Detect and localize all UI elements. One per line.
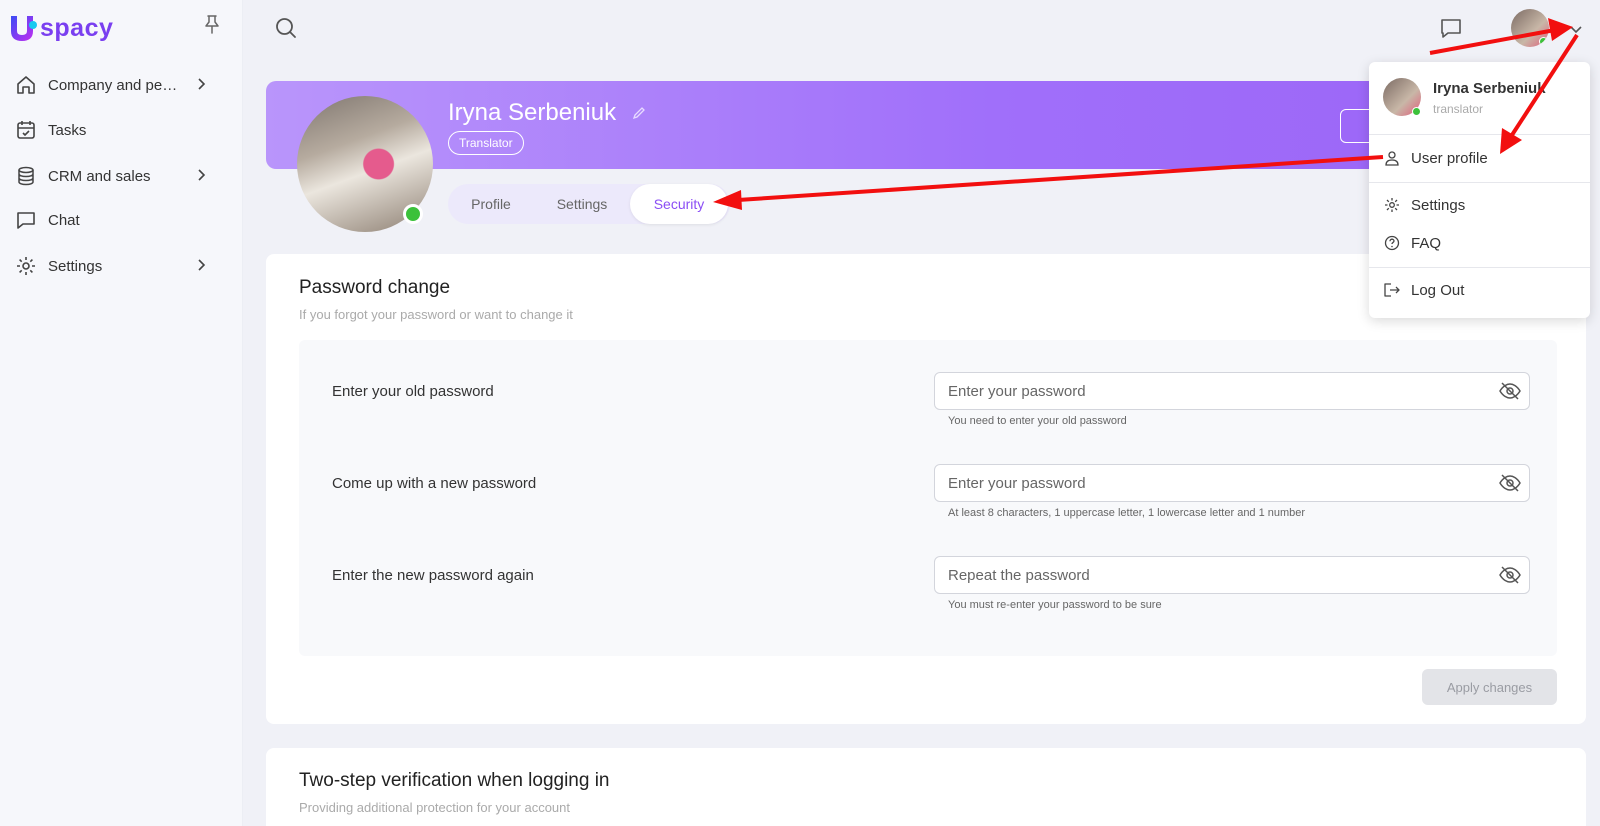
tab-security[interactable]: Security <box>630 184 728 224</box>
sidebar-item-chat[interactable]: Chat <box>14 204 214 236</box>
password-form: Enter your old password You need to ente… <box>299 340 1557 656</box>
new-password-input[interactable] <box>934 464 1530 502</box>
card-subtitle: If you forgot your password or want to c… <box>299 307 573 322</box>
divider <box>1369 182 1590 183</box>
chevron-right-icon <box>196 77 206 95</box>
avatar <box>1383 78 1421 116</box>
card-title: Password change <box>299 277 451 298</box>
new-password-hint: At least 8 characters, 1 uppercase lette… <box>948 507 1306 519</box>
eye-off-icon[interactable] <box>1498 379 1522 403</box>
menu-item-label: User profile <box>1411 149 1488 167</box>
top-bar <box>243 0 1600 57</box>
search-icon[interactable] <box>274 16 298 45</box>
divider <box>1369 267 1590 268</box>
profile-name: Iryna Serbeniuk <box>448 99 617 126</box>
online-status-dot <box>403 204 423 224</box>
menu-item-faq[interactable]: FAQ <box>1383 231 1441 255</box>
eye-off-icon[interactable] <box>1498 471 1522 495</box>
profile-tabs: Profile Settings Security <box>448 184 730 224</box>
logout-icon <box>1383 281 1401 299</box>
app-logo[interactable]: spacy <box>8 10 113 46</box>
menu-item-logout[interactable]: Log Out <box>1383 278 1464 302</box>
sidebar-item-label: Settings <box>48 257 103 275</box>
sidebar: spacy Company and pe… Tasks CRM and sale… <box>0 0 243 826</box>
repeat-password-hint: You must re-enter your password to be su… <box>948 599 1162 611</box>
eye-off-icon[interactable] <box>1498 563 1522 587</box>
sidebar-item-crm[interactable]: CRM and sales <box>14 160 214 192</box>
sidebar-item-company[interactable]: Company and pe… <box>14 69 214 101</box>
repeat-password-label: Enter the new password again <box>332 567 534 584</box>
repeat-password-input[interactable] <box>934 556 1530 594</box>
coins-icon <box>14 164 38 188</box>
gear-icon <box>1383 196 1401 214</box>
role-badge: Translator <box>448 131 524 155</box>
user-icon <box>1383 149 1401 167</box>
sidebar-item-settings[interactable]: Settings <box>14 250 214 282</box>
chevron-right-icon <box>196 168 206 186</box>
chevron-down-icon[interactable] <box>1569 22 1583 40</box>
home-icon <box>14 73 38 97</box>
two-step-card: Two-step verification when logging in Pr… <box>266 748 1586 826</box>
apply-changes-button[interactable]: Apply changes <box>1422 669 1557 705</box>
menu-item-settings[interactable]: Settings <box>1383 193 1465 217</box>
chevron-right-icon <box>196 258 206 276</box>
sidebar-item-label: Chat <box>48 211 80 229</box>
menu-user-role: translator <box>1433 102 1484 116</box>
user-menu-dropdown: Iryna Serbeniuk translator User profile … <box>1369 62 1590 318</box>
menu-item-label: Log Out <box>1411 281 1465 299</box>
menu-item-label: FAQ <box>1411 234 1442 252</box>
logo-text: spacy <box>40 13 114 42</box>
old-password-input[interactable] <box>934 372 1530 410</box>
tab-profile[interactable]: Profile <box>448 184 534 224</box>
old-password-label: Enter your old password <box>332 383 494 400</box>
card-title: Two-step verification when logging in <box>299 770 610 791</box>
menu-user-name: Iryna Serbeniuk <box>1433 80 1546 97</box>
sidebar-item-label: Company and pe… <box>48 76 178 94</box>
user-avatar[interactable] <box>1511 9 1549 47</box>
calendar-check-icon <box>14 118 38 142</box>
online-status-dot <box>1539 37 1548 46</box>
profile-name-row: Iryna Serbeniuk <box>448 99 646 127</box>
help-circle-icon <box>1383 234 1401 252</box>
card-subtitle: Providing additional protection for your… <box>299 800 570 815</box>
password-change-card: Password change If you forgot your passw… <box>266 254 1586 724</box>
divider <box>1369 134 1590 135</box>
tab-settings[interactable]: Settings <box>534 184 630 224</box>
new-password-label: Come up with a new password <box>332 475 537 492</box>
pin-icon[interactable] <box>203 14 221 39</box>
menu-item-label: Settings <box>1411 196 1466 214</box>
chat-icon <box>14 208 38 232</box>
online-status-dot <box>1412 107 1421 116</box>
sidebar-item-label: Tasks <box>48 121 87 139</box>
menu-item-user-profile[interactable]: User profile <box>1383 146 1488 170</box>
gear-icon <box>14 254 38 278</box>
messages-icon[interactable] <box>1439 16 1463 45</box>
sidebar-item-tasks[interactable]: Tasks <box>14 114 214 146</box>
edit-pencil-icon[interactable] <box>632 99 646 127</box>
logo-mark-icon <box>8 12 38 44</box>
old-password-hint: You need to enter your old password <box>948 415 1127 427</box>
sidebar-item-label: CRM and sales <box>48 167 151 185</box>
